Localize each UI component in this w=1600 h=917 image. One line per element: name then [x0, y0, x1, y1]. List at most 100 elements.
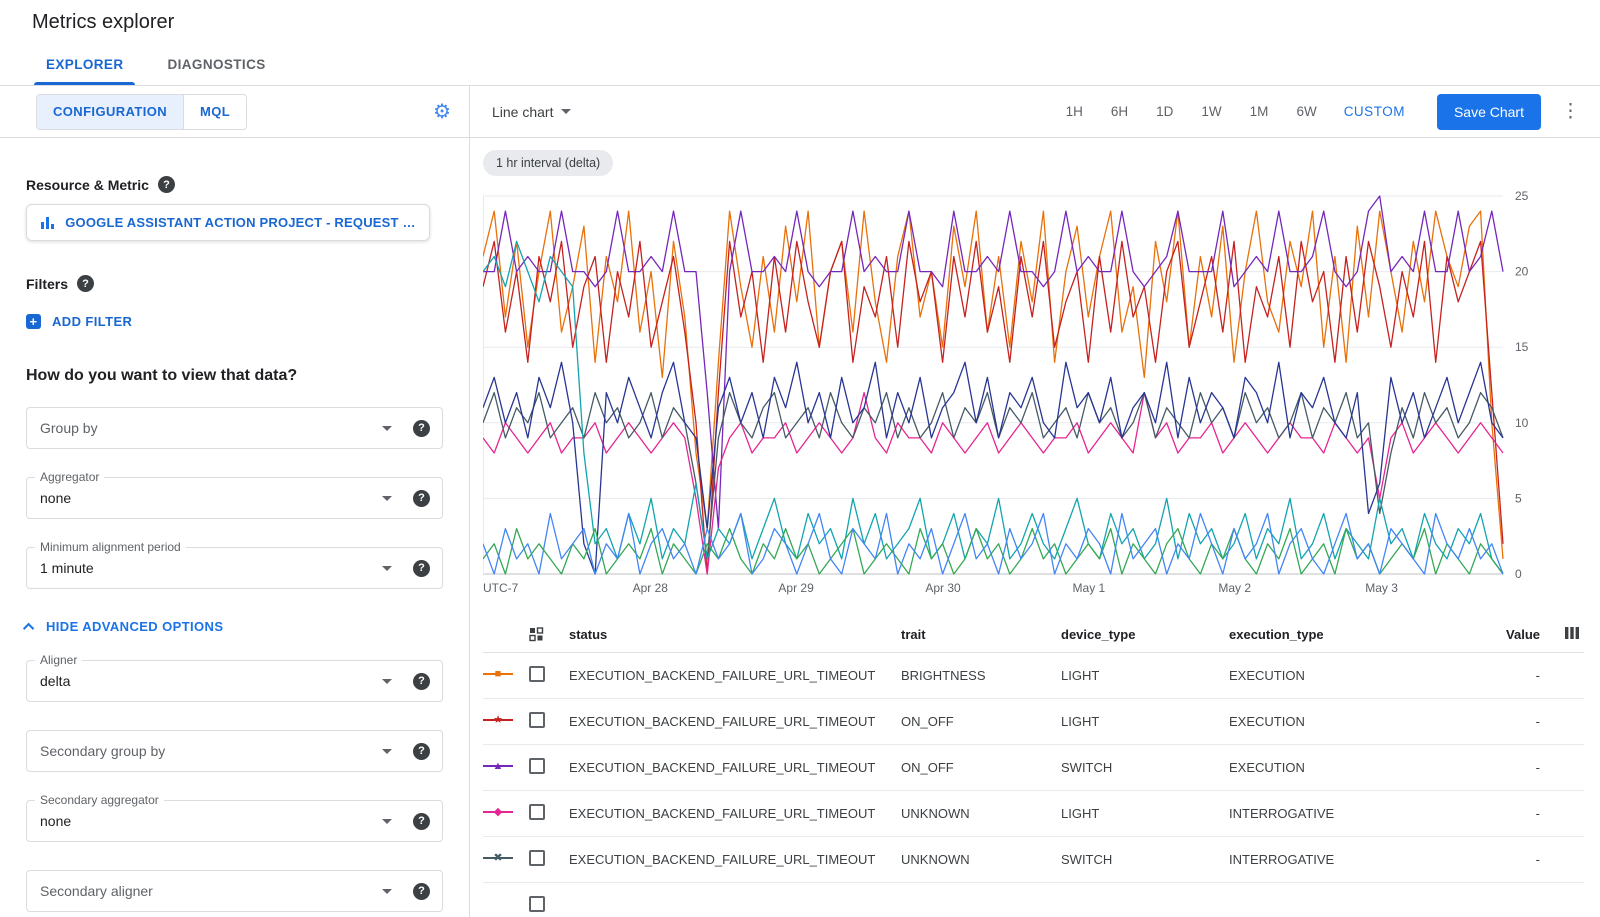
- table-row[interactable]: ★EXECUTION_BACKEND_FAILURE_URL_TIMEOUTON…: [483, 699, 1584, 745]
- aligner-value: delta: [40, 673, 382, 689]
- top-tabbar: EXPLORER DIAGNOSTICS: [0, 44, 1600, 86]
- secondary-aligner-field[interactable]: Secondary aligner ?: [26, 870, 443, 912]
- device-type-cell: LIGHT: [1061, 806, 1229, 821]
- chevron-down-icon: [382, 566, 392, 571]
- config-mode-bar: CONFIGURATION MQL ⚙: [0, 86, 470, 137]
- col-device-type[interactable]: device_type: [1061, 627, 1229, 642]
- secondary-aligner-placeholder: Secondary aligner: [40, 883, 382, 899]
- column-selector-icon[interactable]: [1564, 626, 1584, 643]
- secondary-aggregator-label: Secondary aggregator: [35, 793, 164, 807]
- more-options-icon[interactable]: ⋮: [1555, 101, 1586, 122]
- mode-mql-button[interactable]: MQL: [183, 95, 246, 129]
- hide-advanced-options-button[interactable]: HIDE ADVANCED OPTIONS: [26, 619, 223, 634]
- x-axis-tick-label: Apr 29: [778, 581, 814, 595]
- status-cell: EXECUTION_BACKEND_FAILURE_URL_TIMEOUT: [569, 714, 901, 729]
- min-alignment-field[interactable]: Minimum alignment period 1 minute ?: [26, 547, 443, 589]
- y-axis-tick-label: 20: [1515, 265, 1529, 279]
- mode-configuration-button[interactable]: CONFIGURATION: [37, 95, 183, 129]
- series-marker-cell: ★: [483, 713, 529, 730]
- secondary-group-by-field[interactable]: Secondary group by ?: [26, 730, 443, 772]
- col-trait[interactable]: trait: [901, 627, 1061, 642]
- custom-range-button[interactable]: CUSTOM: [1330, 96, 1419, 127]
- help-icon[interactable]: ?: [158, 176, 175, 193]
- row-checkbox[interactable]: [529, 804, 545, 820]
- y-axis-tick-label: 10: [1515, 416, 1529, 430]
- help-icon[interactable]: ?: [413, 420, 430, 437]
- chevron-down-icon: [561, 109, 571, 114]
- value-cell: -: [1470, 668, 1540, 683]
- filters-label: Filters: [26, 276, 68, 292]
- time-range-6w-button[interactable]: 6W: [1283, 96, 1329, 127]
- resource-metric-label: Resource & Metric: [26, 177, 149, 193]
- help-icon[interactable]: ?: [413, 673, 430, 690]
- time-range-1m-button[interactable]: 1M: [1237, 96, 1282, 127]
- col-status[interactable]: status: [569, 627, 901, 642]
- hide-advanced-label: HIDE ADVANCED OPTIONS: [46, 619, 223, 634]
- help-icon[interactable]: ?: [413, 490, 430, 507]
- table-row[interactable]: ✖EXECUTION_BACKEND_FAILURE_URL_TIMEOUTUN…: [483, 837, 1584, 883]
- group-by-field[interactable]: Group by ?: [26, 407, 443, 449]
- aligner-field[interactable]: Aligner delta ?: [26, 660, 443, 702]
- time-range-group: 1H6H1D1W1M6W: [1053, 96, 1330, 127]
- row-checkbox[interactable]: [529, 712, 545, 728]
- table-row[interactable]: ■EXECUTION_BACKEND_FAILURE_URL_TIMEOUTBR…: [483, 653, 1584, 699]
- tab-diagnostics[interactable]: DIAGNOSTICS: [145, 44, 287, 85]
- time-range-6h-button[interactable]: 6H: [1098, 96, 1141, 127]
- min-alignment-label: Minimum alignment period: [35, 540, 186, 554]
- line-chart-svg: 0510152025UTC-7Apr 28Apr 29Apr 30May 1Ma…: [483, 182, 1558, 600]
- col-value[interactable]: Value: [1470, 627, 1540, 642]
- help-icon[interactable]: ?: [413, 743, 430, 760]
- table-row[interactable]: ▲EXECUTION_BACKEND_FAILURE_URL_TIMEOUTON…: [483, 745, 1584, 791]
- selected-metric-button[interactable]: GOOGLE ASSISTANT ACTION PROJECT - REQUES…: [26, 204, 430, 241]
- legend-toggle-icon[interactable]: [529, 627, 569, 642]
- time-range-1h-button[interactable]: 1H: [1053, 96, 1096, 127]
- value-cell: -: [1470, 714, 1540, 729]
- series-table: status trait device_type execution_type …: [483, 617, 1584, 917]
- row-checkbox[interactable]: [529, 896, 545, 912]
- status-cell: EXECUTION_BACKEND_FAILURE_URL_TIMEOUT: [569, 668, 901, 683]
- y-axis-tick-label: 15: [1515, 340, 1529, 354]
- row-checkbox[interactable]: [529, 758, 545, 774]
- table-body: ■EXECUTION_BACKEND_FAILURE_URL_TIMEOUTBR…: [483, 653, 1584, 917]
- time-range-1w-button[interactable]: 1W: [1188, 96, 1234, 127]
- value-cell: -: [1470, 760, 1540, 775]
- chevron-up-icon: [23, 622, 34, 633]
- resource-metric-section: Resource & Metric ?: [26, 176, 443, 193]
- x-axis-tick-label: Apr 28: [633, 581, 669, 595]
- help-icon[interactable]: ?: [413, 813, 430, 830]
- tab-explorer[interactable]: EXPLORER: [24, 44, 145, 85]
- table-row[interactable]: ◆EXECUTION_BACKEND_FAILURE_URL_TIMEOUTUN…: [483, 791, 1584, 837]
- add-filter-button[interactable]: + ADD FILTER: [26, 314, 132, 329]
- filters-section: Filters ?: [26, 275, 443, 292]
- chart-series-line-5: [483, 362, 1503, 574]
- row-checkbox[interactable]: [529, 850, 545, 866]
- help-icon[interactable]: ?: [77, 275, 94, 292]
- configuration-panel: Resource & Metric ? GOOGLE ASSISTANT ACT…: [0, 138, 470, 917]
- row-checkbox[interactable]: [529, 666, 545, 682]
- save-chart-button[interactable]: Save Chart: [1437, 94, 1541, 130]
- help-icon[interactable]: ?: [413, 883, 430, 900]
- device-type-cell: LIGHT: [1061, 714, 1229, 729]
- series-marker-cell: ✖: [483, 851, 529, 868]
- aggregator-label: Aggregator: [35, 470, 104, 484]
- aggregator-field[interactable]: Aggregator none ?: [26, 477, 443, 519]
- col-execution-type[interactable]: execution_type: [1229, 627, 1470, 642]
- time-range-1d-button[interactable]: 1D: [1143, 96, 1186, 127]
- gear-icon[interactable]: ⚙: [433, 102, 451, 122]
- min-alignment-value: 1 minute: [40, 560, 382, 576]
- x-axis-tick-label: Apr 30: [925, 581, 961, 595]
- interval-chip: 1 hr interval (delta): [483, 150, 613, 176]
- y-axis-tick-label: 25: [1515, 189, 1529, 203]
- secondary-aggregator-field[interactable]: Secondary aggregator none ?: [26, 800, 443, 842]
- selected-metric-label: GOOGLE ASSISTANT ACTION PROJECT - REQUES…: [65, 215, 416, 230]
- help-icon[interactable]: ?: [413, 560, 430, 577]
- execution-type-cell: EXECUTION: [1229, 668, 1470, 683]
- mode-segmented-control: CONFIGURATION MQL: [36, 94, 247, 130]
- chart-type-dropdown[interactable]: Line chart: [486, 103, 577, 121]
- add-icon: +: [26, 314, 41, 329]
- device-type-cell: SWITCH: [1061, 852, 1229, 867]
- main-area: Resource & Metric ? GOOGLE ASSISTANT ACT…: [0, 138, 1600, 917]
- row-checkbox-cell: [529, 804, 569, 823]
- x-axis-tick-label: May 2: [1218, 581, 1251, 595]
- table-row-partial[interactable]: [483, 883, 1584, 917]
